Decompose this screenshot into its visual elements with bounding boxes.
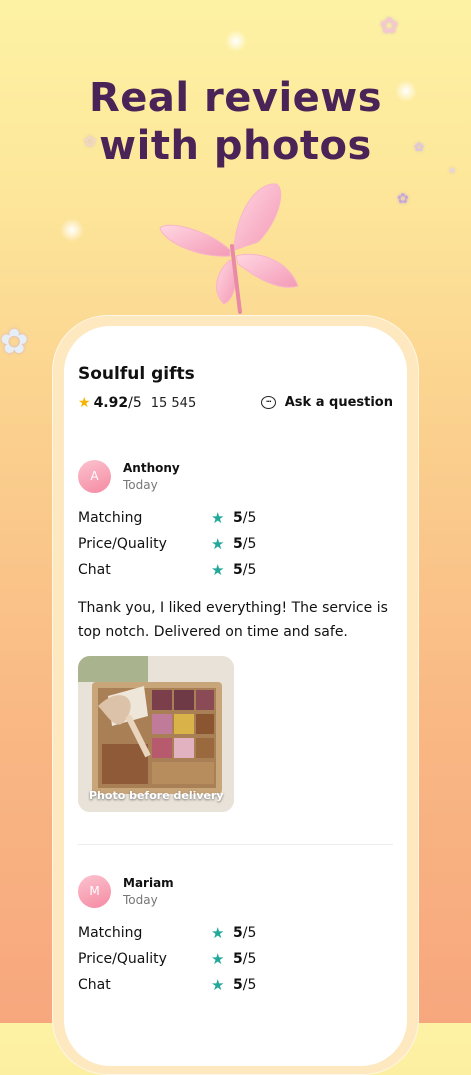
flower-decoration: ✿ <box>380 14 399 39</box>
review-date: Today <box>123 893 158 907</box>
criterion-label: Chat <box>78 977 111 993</box>
star-icon: ★ <box>211 561 225 579</box>
score-suffix: /5 <box>242 925 257 941</box>
criterion-score: 5/5 <box>233 562 256 578</box>
star-icon: ★ <box>211 924 225 942</box>
score-value: 5 <box>233 510 243 526</box>
criterion-row: Price/Quality ★ 5/5 <box>78 535 318 556</box>
reviewer-name: Mariam <box>123 876 174 890</box>
star-icon: ★ <box>211 535 225 553</box>
flower-decoration: ✿ <box>0 322 29 362</box>
ask-question-label: Ask a question <box>284 395 393 410</box>
shop-rating: ★ 4.92 /5 15 545 <box>78 395 196 411</box>
score-value: 5 <box>233 536 243 552</box>
criterion-row: Price/Quality ★ 5/5 <box>78 950 318 971</box>
promo-headline: Real reviews with photos <box>0 74 471 170</box>
rating-suffix: /5 <box>128 395 142 411</box>
headline-line-1: Real reviews <box>88 75 383 121</box>
criterion-score: 5/5 <box>233 951 256 967</box>
reviewer-name: Anthony <box>123 461 180 475</box>
flower-decoration: ✿ <box>397 191 409 207</box>
star-icon: ★ <box>211 509 225 527</box>
criterion-score: 5/5 <box>233 925 256 941</box>
star-icon: ★ <box>211 976 225 994</box>
criterion-label: Matching <box>78 510 143 526</box>
star-icon: ★ <box>78 395 91 411</box>
ask-question-button[interactable]: ··· Ask a question <box>260 395 393 410</box>
phone-screen: Soulful gifts ★ 4.92 /5 15 545 ··· Ask a… <box>64 326 407 1066</box>
score-suffix: /5 <box>242 562 257 578</box>
review-divider <box>78 844 393 845</box>
criterion-score: 5/5 <box>233 536 256 552</box>
criterion-row: Matching ★ 5/5 <box>78 924 318 945</box>
avatar: A <box>78 460 111 493</box>
criterion-score: 5/5 <box>233 977 256 993</box>
butterfly-illustration <box>159 183 299 314</box>
criterion-row: Chat ★ 5/5 <box>78 976 318 997</box>
chat-bubble-icon: ··· <box>260 396 276 409</box>
review-photo[interactable]: Photo before delivery <box>78 656 234 812</box>
criterion-row: Matching ★ 5/5 <box>78 509 318 530</box>
review-card: A Anthony Today Matching ★ 5/5 Price/Qua… <box>78 460 393 820</box>
score-value: 5 <box>233 925 243 941</box>
score-value: 5 <box>233 977 243 993</box>
score-suffix: /5 <box>242 510 257 526</box>
criterion-row: Chat ★ 5/5 <box>78 561 318 582</box>
photo-caption: Photo before delivery <box>89 789 224 802</box>
reviews-count[interactable]: 15 545 <box>151 396 197 411</box>
criterion-score: 5/5 <box>233 510 256 526</box>
score-suffix: /5 <box>242 977 257 993</box>
score-value: 5 <box>233 562 243 578</box>
star-icon: ★ <box>211 950 225 968</box>
score-value: 5 <box>233 951 243 967</box>
review-comment: Thank you, I liked everything! The servi… <box>78 600 388 640</box>
review-date: Today <box>123 478 158 492</box>
review-card: M Mariam Today Matching ★ 5/5 Price/Qual… <box>78 875 393 1015</box>
sparkle-decoration <box>225 30 247 52</box>
score-suffix: /5 <box>242 536 257 552</box>
rating-value: 4.92 <box>93 395 129 411</box>
sparkle-decoration <box>60 218 84 242</box>
criterion-label: Chat <box>78 562 111 578</box>
criterion-label: Matching <box>78 925 143 941</box>
avatar: M <box>78 875 111 908</box>
headline-line-2: with photos <box>99 123 372 169</box>
score-suffix: /5 <box>242 951 257 967</box>
shop-name: Soulful gifts <box>78 364 195 384</box>
criterion-label: Price/Quality <box>78 951 167 967</box>
criterion-label: Price/Quality <box>78 536 167 552</box>
